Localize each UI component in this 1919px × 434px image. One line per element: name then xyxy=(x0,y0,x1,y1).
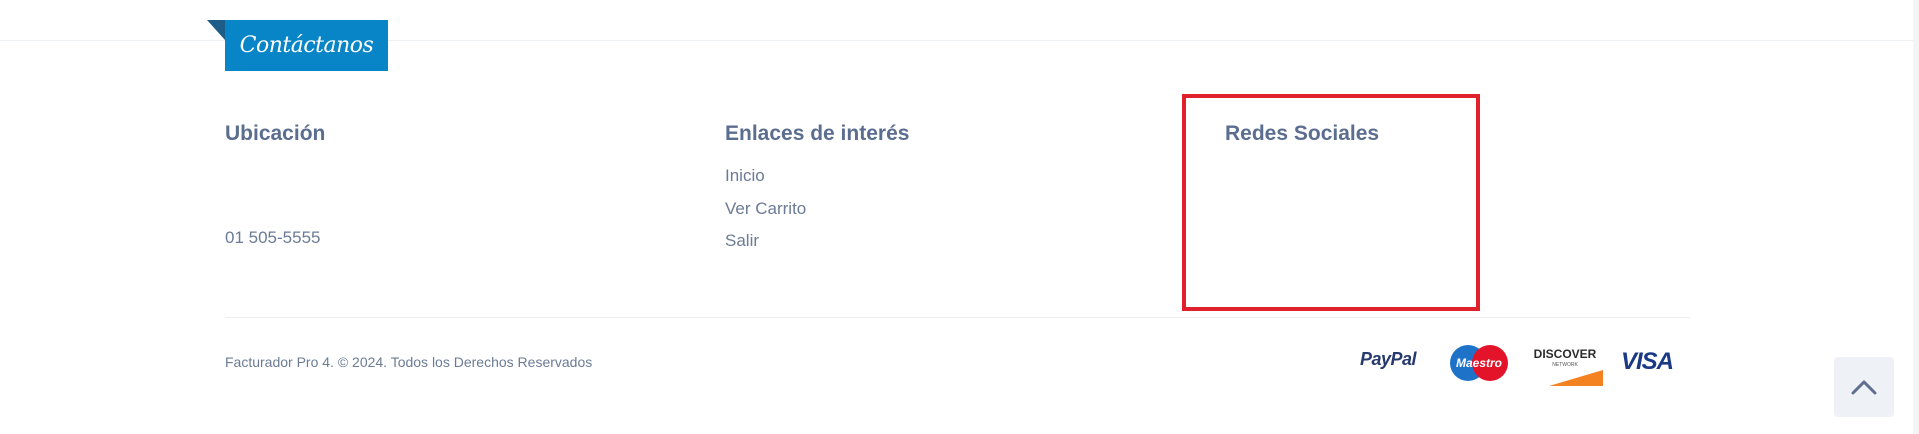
link-inicio[interactable]: Inicio xyxy=(725,166,765,186)
tab-fold-decoration xyxy=(207,20,225,40)
discover-icon: DISCOVER NETWORK xyxy=(1529,344,1603,386)
footer-divider xyxy=(225,317,1690,318)
location-title: Ubicación xyxy=(225,122,326,145)
svg-text:Maestro: Maestro xyxy=(1456,356,1502,370)
paypal-icon: PayPal xyxy=(1360,349,1417,369)
svg-text:NETWORK: NETWORK xyxy=(1552,362,1578,368)
page-scrollbar[interactable] xyxy=(1913,0,1919,434)
visa-icon: VISA xyxy=(1621,348,1674,375)
maestro-icon: Maestro xyxy=(1447,344,1511,382)
link-salir[interactable]: Salir xyxy=(725,231,759,251)
link-ver-carrito[interactable]: Ver Carrito xyxy=(725,199,806,219)
copyright-text: Facturador Pro 4. © 2024. Todos los Dere… xyxy=(225,354,593,370)
contact-tab: Contáctanos xyxy=(225,20,388,71)
scroll-to-top-button[interactable] xyxy=(1834,357,1894,417)
svg-text:DISCOVER: DISCOVER xyxy=(1534,347,1597,361)
chevron-up-icon xyxy=(1851,380,1877,395)
links-title: Enlaces de interés xyxy=(725,122,910,145)
location-phone: 01 505-5555 xyxy=(225,228,321,247)
social-title: Redes Sociales xyxy=(1225,122,1380,145)
